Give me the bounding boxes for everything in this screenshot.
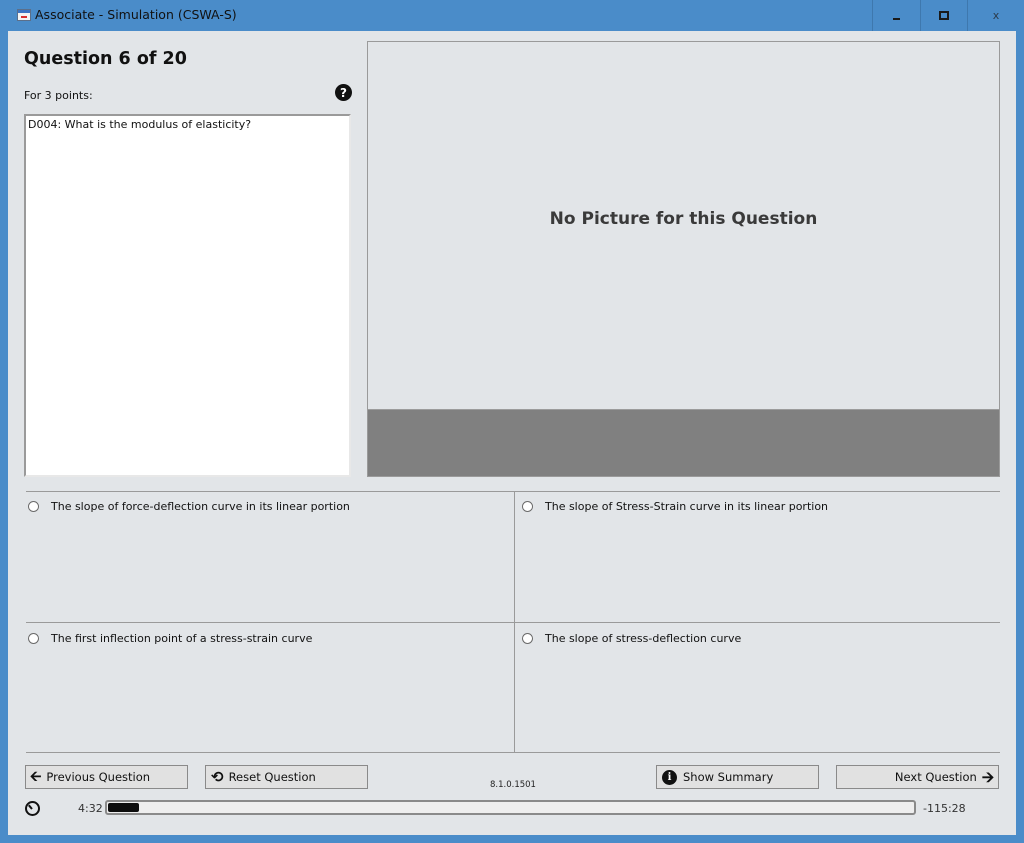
answer-option-2[interactable]: The slope of Stress-Strain curve in its … [522,500,828,513]
reset-icon: ⟲ [211,768,224,786]
divider [26,491,1000,492]
elapsed-time: 4:32 [78,802,103,815]
window-title: Associate - Simulation (CSWA-S) [35,7,237,22]
arrow-right-icon: 🡪 [981,767,994,786]
answer-radio[interactable] [522,633,533,644]
app-window: Associate - Simulation (CSWA-S) x Questi… [0,0,1024,843]
previous-question-label: Previous Question [46,770,151,784]
points-label: For 3 points: [24,89,93,102]
version-label: 8.1.0.1501 [490,780,536,790]
remaining-time: -115:28 [923,802,966,815]
answer-option-4[interactable]: The slope of stress-deflection curve [522,632,741,645]
show-summary-label: Show Summary [683,770,774,784]
question-header: Question 6 of 20 [24,49,187,69]
answer-option-1[interactable]: The slope of force-deflection curve in i… [28,500,350,513]
answer-radio[interactable] [28,633,39,644]
info-icon: i [662,769,677,785]
picture-panel: No Picture for this Question [367,41,1000,477]
next-question-label: Next Question [894,770,977,784]
answer-label: The first inflection point of a stress-s… [51,632,313,645]
minimize-button[interactable] [872,0,919,31]
maximize-icon [939,11,949,20]
divider [514,492,515,752]
reset-question-label: Reset Question [228,770,316,784]
app-icon [17,9,31,21]
help-icon[interactable]: ? [335,84,352,101]
picture-footer [368,409,999,476]
divider [26,622,1000,623]
client-area: Question 6 of 20 For 3 points: ? D004: W… [8,31,1016,835]
close-button[interactable]: x [967,0,1024,31]
answer-label: The slope of stress-deflection curve [545,632,742,645]
next-question-button[interactable]: Next Question 🡪 [836,765,999,789]
previous-question-button[interactable]: 🡨 Previous Question [25,765,188,789]
divider [26,752,1000,753]
clock-icon [25,801,40,816]
arrow-left-icon: 🡨 [30,769,42,785]
minimize-icon [892,17,900,20]
no-picture-message: No Picture for this Question [549,209,818,229]
reset-question-button[interactable]: ⟲ Reset Question [205,765,368,789]
answer-radio[interactable] [28,501,39,512]
answer-option-3[interactable]: The first inflection point of a stress-s… [28,632,312,645]
question-text: D004: What is the modulus of elasticity? [28,118,252,131]
close-icon: x [992,9,1000,22]
show-summary-button[interactable]: i Show Summary [656,765,819,789]
answer-label: The slope of force-deflection curve in i… [51,500,350,513]
time-progress-bar [105,800,916,815]
time-progress-fill [108,803,139,812]
title-bar[interactable]: Associate - Simulation (CSWA-S) x [0,0,1024,31]
question-text-box[interactable]: D004: What is the modulus of elasticity? [24,114,351,477]
answer-radio[interactable] [522,501,533,512]
answer-label: The slope of Stress-Strain curve in its … [545,500,829,513]
maximize-button[interactable] [920,0,967,31]
